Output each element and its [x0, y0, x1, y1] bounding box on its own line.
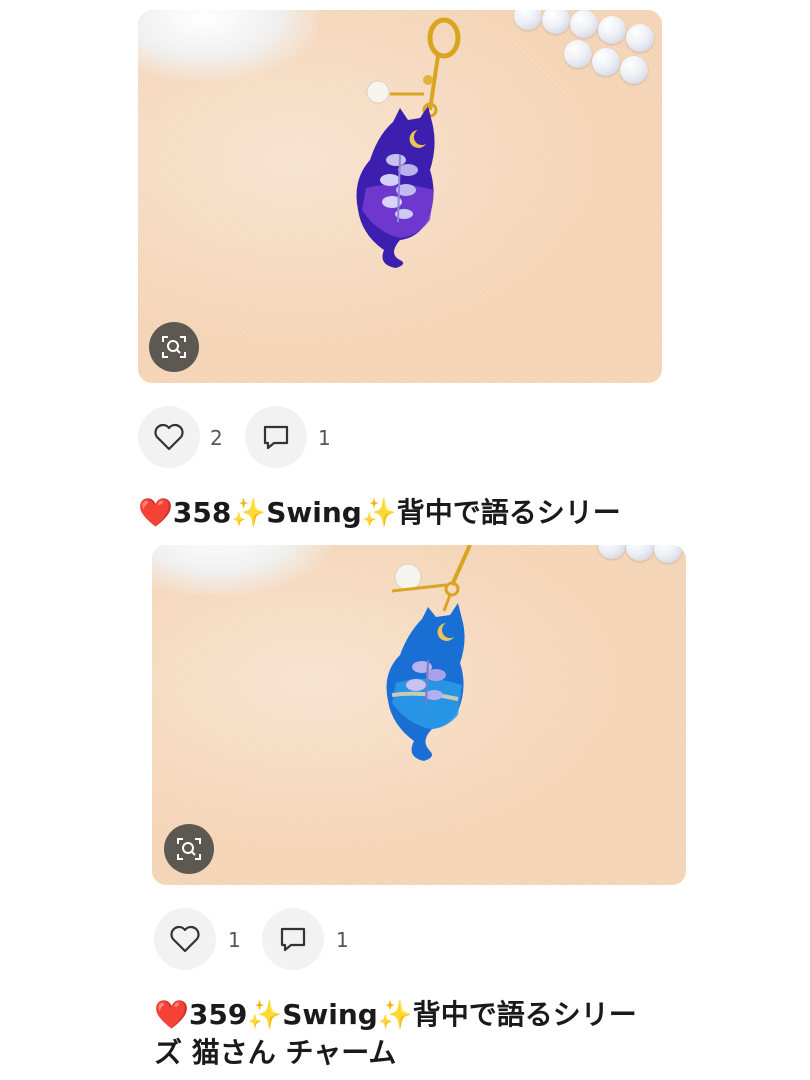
sparkle-emoji: ✨ — [247, 998, 283, 1031]
title-text-line2: ズ 猫さん チャーム — [154, 1036, 397, 1069]
comment-count: 1 — [318, 426, 331, 450]
like-button[interactable] — [154, 908, 216, 970]
post-number: 359 — [188, 998, 248, 1031]
cat-charm-image — [356, 17, 461, 268]
title-text: 背中で語るシリー — [412, 998, 637, 1031]
comment-icon — [280, 927, 306, 952]
comment-button[interactable] — [262, 908, 324, 970]
image-search-button[interactable] — [164, 824, 214, 874]
comment-icon — [263, 425, 289, 450]
heart-emoji: ❤️ — [138, 496, 173, 529]
like-count: 1 — [228, 928, 241, 952]
like-count: 2 — [210, 426, 223, 450]
post-title[interactable]: ❤️358✨Swing✨背中で語るシリー — [138, 494, 621, 532]
sparkle-emoji: ✨ — [231, 496, 267, 529]
series-name: Swing — [282, 998, 378, 1031]
image-search-icon — [162, 336, 186, 358]
post-title[interactable]: ❤️359✨Swing✨背中で語るシリーズ 猫さん チャーム — [154, 996, 637, 1072]
heart-emoji: ❤️ — [154, 998, 189, 1031]
comment-button[interactable] — [245, 406, 307, 468]
post-photo[interactable] — [138, 10, 662, 383]
sparkle-emoji: ✨ — [361, 496, 397, 529]
image-search-button[interactable] — [149, 322, 199, 372]
post-number: 358 — [172, 496, 232, 529]
title-text: 背中で語るシリー — [396, 496, 621, 529]
cat-charm-image — [386, 545, 472, 761]
image-search-icon — [177, 838, 201, 860]
heart-outline-icon — [170, 925, 200, 953]
like-button[interactable] — [138, 406, 200, 468]
post-photo[interactable] — [152, 545, 686, 885]
sparkle-emoji: ✨ — [377, 998, 413, 1031]
series-name: Swing — [266, 496, 362, 529]
heart-outline-icon — [154, 423, 184, 451]
comment-count: 1 — [336, 928, 349, 952]
